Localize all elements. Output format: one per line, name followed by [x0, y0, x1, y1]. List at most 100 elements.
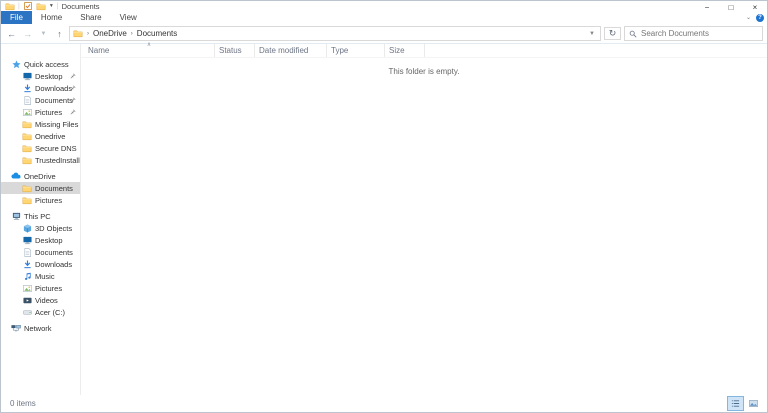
document-icon: [22, 248, 32, 257]
monitor-icon: [22, 72, 32, 81]
computer-icon: [11, 212, 21, 221]
sidebar-item-quick-access-onedrive[interactable]: Onedrive: [1, 130, 80, 142]
sidebar-item-quick-access-documents[interactable]: Documents: [1, 94, 80, 106]
sidebar-item-this-pc-pictures[interactable]: Pictures: [1, 282, 80, 294]
music-icon: [22, 272, 32, 281]
sidebar-section-network: Network: [1, 322, 80, 334]
sidebar-item-network[interactable]: Network: [1, 322, 80, 334]
search-input[interactable]: [641, 29, 759, 38]
column-header-date-modified[interactable]: Date modified: [255, 44, 327, 57]
sidebar-item-label: Pictures: [35, 196, 62, 205]
column-header-status[interactable]: Status: [215, 44, 255, 57]
column-header-label: Date modified: [259, 46, 308, 55]
ribbon-tab-share[interactable]: Share: [71, 11, 110, 24]
folder-icon: [22, 196, 32, 205]
sidebar-item-quick-access-desktop[interactable]: Desktop: [1, 70, 80, 82]
thumbnails-view-button[interactable]: [746, 397, 761, 410]
status-bar: 0 items: [1, 395, 767, 412]
sidebar-item-label: OneDrive: [24, 172, 56, 181]
sidebar-item-label: Missing Files Screen: [35, 120, 81, 129]
recent-locations-chevron-icon[interactable]: ▼: [37, 28, 50, 40]
up-button[interactable]: ↑: [53, 28, 66, 40]
column-header-name[interactable]: Name∧: [84, 44, 215, 57]
download-icon: [22, 260, 32, 269]
view-toggles: [728, 397, 761, 410]
ribbon-tab-bar: FileHomeShareView ⌄ ?: [1, 11, 767, 24]
sidebar-item-label: Network: [24, 324, 52, 333]
help-icon[interactable]: ?: [756, 14, 764, 22]
sidebar-section-quick-access: Quick access Desktop DownloadsDocumentsPic…: [1, 58, 80, 166]
sidebar-item-quick-access-missing-files-screen[interactable]: Missing Files Screen: [1, 118, 80, 130]
address-dropdown-chevron-icon[interactable]: ▼: [586, 31, 598, 37]
sidebar-item-label: Acer (C:): [35, 308, 65, 317]
sidebar-item-label: Pictures: [35, 284, 62, 293]
picture-icon: [22, 284, 32, 293]
network-icon: [11, 324, 21, 333]
thumbnails-view-icon: [749, 399, 759, 408]
sidebar-item-this-pc-videos[interactable]: Videos: [1, 294, 80, 306]
sidebar-item-label: Desktop: [35, 236, 63, 245]
sidebar-item-label: Videos: [35, 296, 58, 305]
column-header-type[interactable]: Type: [327, 44, 385, 57]
breadcrumb-segment-onedrive[interactable]: OneDrive: [93, 29, 127, 38]
breadcrumb-chevron-icon[interactable]: ›: [131, 31, 133, 37]
details-view-button[interactable]: [728, 397, 743, 410]
sidebar-item-onedrive[interactable]: OneDrive: [1, 170, 80, 182]
file-explorer-icon: [5, 2, 15, 11]
sidebar-item-this-pc[interactable]: This PC: [1, 210, 80, 222]
window-title: Documents: [62, 2, 100, 11]
expand-ribbon-chevron-icon[interactable]: ⌄: [746, 14, 751, 21]
cloud-icon: [11, 172, 21, 180]
column-header-size[interactable]: Size: [385, 44, 425, 57]
title-bar: | ▼ | Documents − □ ×: [1, 1, 767, 11]
back-button[interactable]: ←: [5, 28, 18, 40]
ribbon-tab-home[interactable]: Home: [32, 11, 71, 24]
column-header-label: Name: [88, 46, 109, 55]
folder-icon: [22, 132, 32, 141]
column-header-label: Status: [219, 46, 242, 55]
star-icon: [11, 60, 21, 69]
sidebar-item-quick-access-secure-dns[interactable]: Secure DNS: [1, 142, 80, 154]
search-box[interactable]: [624, 26, 763, 41]
sidebar-item-quick-access[interactable]: Quick access: [1, 58, 80, 70]
sidebar-item-quick-access-pictures[interactable]: Pictures: [1, 106, 80, 118]
folder-icon: [22, 184, 32, 193]
address-bar[interactable]: › OneDrive › Documents ▼: [69, 26, 601, 41]
sidebar-item-onedrive-documents[interactable]: Documents: [1, 182, 80, 194]
new-folder-icon[interactable]: [36, 2, 46, 11]
sidebar-item-this-pc-3d-objects[interactable]: 3D Objects: [1, 222, 80, 234]
folder-icon: [22, 120, 32, 129]
sidebar-item-this-pc-documents[interactable]: Documents: [1, 246, 80, 258]
sidebar-item-label: Documents: [35, 248, 73, 257]
sidebar-section-onedrive: OneDrive Documents Pictures: [1, 170, 80, 206]
sidebar-item-quick-access-downloads[interactable]: Downloads: [1, 82, 80, 94]
ribbon-tab-file[interactable]: File: [1, 11, 32, 24]
qat-separator: |: [18, 3, 20, 10]
refresh-button[interactable]: ↻: [604, 27, 621, 40]
pin-icon: [70, 84, 76, 93]
sidebar-item-this-pc-desktop[interactable]: Desktop: [1, 234, 80, 246]
sidebar-item-this-pc-music[interactable]: Music: [1, 270, 80, 282]
navigation-pane: Quick accessDesktopDownloadsDocumentsPic…: [1, 44, 81, 395]
sidebar-item-label: Music: [35, 272, 55, 281]
column-headers: Name∧ Status Date modified Type Size: [81, 44, 767, 58]
qat-customize-chevron-icon[interactable]: ▼: [49, 3, 54, 9]
pin-icon: [70, 108, 76, 117]
breadcrumb-segment-documents[interactable]: Documents: [137, 29, 177, 38]
properties-icon[interactable]: [23, 2, 33, 10]
breadcrumb-chevron-icon[interactable]: ›: [87, 31, 89, 37]
breadcrumb: › OneDrive › Documents: [87, 29, 177, 38]
sidebar-item-label: Downloads: [35, 84, 72, 93]
ribbon-tab-view[interactable]: View: [111, 11, 146, 24]
sidebar-item-quick-access-trustedinstaller[interactable]: TrustedInstaller: [1, 154, 80, 166]
sidebar-item-onedrive-pictures[interactable]: Pictures: [1, 194, 80, 206]
sidebar-item-label: Documents: [35, 184, 73, 193]
sidebar-item-this-pc-acer-c[interactable]: Acer (C:): [1, 306, 80, 318]
column-header-label: Type: [331, 46, 348, 55]
pin-icon: [70, 72, 76, 81]
folder-icon: [22, 144, 32, 153]
sidebar-item-this-pc-downloads[interactable]: Downloads: [1, 258, 80, 270]
sidebar-item-label: Desktop: [35, 72, 63, 81]
forward-button[interactable]: →: [21, 28, 34, 40]
pin-icon: [70, 96, 76, 105]
